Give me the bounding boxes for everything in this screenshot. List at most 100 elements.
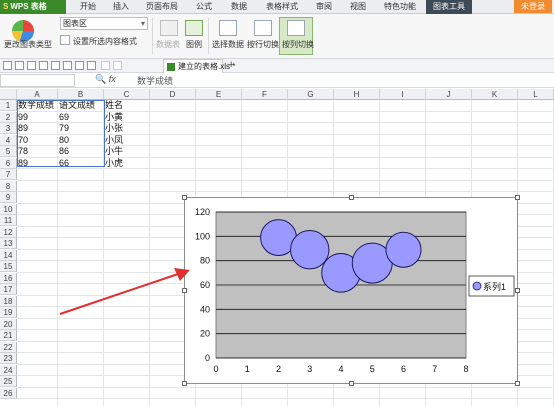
- select-data-button[interactable]: 选择数据: [212, 39, 244, 50]
- menu-tab-1[interactable]: 插入: [104, 0, 138, 14]
- menu-tab-0[interactable]: 开始: [72, 0, 104, 14]
- cell-C4[interactable]: 小凤: [105, 135, 123, 146]
- print-preview-icon[interactable]: [39, 61, 48, 70]
- name-box[interactable]: [0, 74, 75, 87]
- column-header-G[interactable]: G: [288, 89, 334, 100]
- row-header-7[interactable]: 7: [0, 169, 17, 180]
- menu-tab-7[interactable]: 视图: [342, 0, 374, 14]
- row-header-17[interactable]: 17: [0, 284, 17, 295]
- column-header-K[interactable]: K: [472, 89, 518, 100]
- resize-handle[interactable]: [182, 381, 187, 386]
- menu-tab-9[interactable]: 图表工具: [426, 0, 472, 14]
- change-chart-type-button[interactable]: 更改图表类型: [4, 39, 52, 50]
- row-header-8[interactable]: 8: [0, 180, 17, 192]
- row-gridline: [17, 179, 554, 181]
- cell-C5[interactable]: 小牛: [105, 146, 123, 157]
- row-header-13[interactable]: 13: [0, 238, 17, 249]
- column-header-I[interactable]: I: [380, 89, 426, 100]
- paste-icon[interactable]: [75, 61, 84, 70]
- select-all-corner[interactable]: [0, 89, 17, 100]
- menu-tab-3[interactable]: 公式: [188, 0, 220, 14]
- x-tick-label: 7: [432, 364, 437, 374]
- resize-handle[interactable]: [515, 195, 520, 200]
- column-header-A[interactable]: A: [17, 89, 58, 100]
- column-header-C[interactable]: C: [104, 89, 150, 100]
- resize-handle[interactable]: [182, 288, 187, 293]
- data-table-button[interactable]: 数据表: [156, 39, 180, 50]
- legend-button[interactable]: 图例: [186, 39, 202, 50]
- row-header-15[interactable]: 15: [0, 261, 17, 272]
- menu-tab-2[interactable]: 页面布局: [138, 0, 186, 14]
- row-header-16[interactable]: 16: [0, 272, 17, 284]
- row-header-3[interactable]: 3: [0, 123, 17, 134]
- resize-handle[interactable]: [515, 381, 520, 386]
- row-header-12[interactable]: 12: [0, 226, 17, 238]
- format-painter-icon[interactable]: [87, 61, 96, 70]
- y-tick-label: 60: [200, 280, 210, 290]
- fx-icon[interactable]: fx: [109, 74, 116, 84]
- column-header-H[interactable]: H: [334, 89, 380, 100]
- row-header-26[interactable]: 26: [0, 387, 17, 399]
- row-header-23[interactable]: 23: [0, 353, 17, 364]
- menu-tab-4[interactable]: 数据: [222, 0, 256, 14]
- cell-C3[interactable]: 小张: [105, 123, 123, 134]
- print-icon[interactable]: [27, 61, 36, 70]
- formula-content[interactable]: 数学成绩: [137, 74, 173, 87]
- column-header-J[interactable]: J: [426, 89, 472, 100]
- set-selection-format-button[interactable]: 设置所选内容格式: [73, 36, 137, 47]
- open-icon[interactable]: [3, 61, 12, 70]
- resize-handle[interactable]: [349, 195, 354, 200]
- resize-handle[interactable]: [515, 288, 520, 293]
- cell-C6[interactable]: 小虎: [105, 158, 123, 169]
- row-header-10[interactable]: 10: [0, 203, 17, 215]
- column-header-D[interactable]: D: [150, 89, 196, 100]
- wps-app-button[interactable]: S WPS 表格: [0, 0, 66, 14]
- row-header-20[interactable]: 20: [0, 318, 17, 330]
- menu-tab-6[interactable]: 审阅: [308, 0, 340, 14]
- row-header-18[interactable]: 18: [0, 295, 17, 307]
- export-pdf-icon[interactable]: [51, 61, 60, 70]
- chart-tools-ribbon: 更改图表类型 图表区 ▾ 设置所选内容格式 数据表 图例 选择数据 按行切换 按列…: [0, 14, 554, 59]
- cell-C1[interactable]: 姓名: [105, 100, 123, 111]
- switch-col-button[interactable]: 按列切换: [282, 39, 314, 50]
- redo-icon[interactable]: [113, 61, 122, 70]
- row-header-5[interactable]: 5: [0, 146, 17, 157]
- new-tab-button[interactable]: +: [228, 59, 234, 72]
- y-tick-label: 20: [200, 329, 210, 339]
- menu-tab-5[interactable]: 表格样式: [258, 0, 306, 14]
- select-data-icon: [219, 20, 237, 36]
- column-header-L[interactable]: L: [518, 89, 554, 100]
- row-header-6[interactable]: 6: [0, 157, 17, 169]
- row-header-21[interactable]: 21: [0, 330, 17, 341]
- zoom-icon[interactable]: 🔍: [95, 74, 106, 84]
- row-header-14[interactable]: 14: [0, 249, 17, 261]
- chart-object[interactable]: 0 20 40 60 80 100 120 0 1 2 3 4 5 6 7 8 系列1: [184, 197, 518, 384]
- chart-element-select[interactable]: 图表区 ▾: [60, 17, 148, 30]
- file-tab[interactable]: 建立的表格.xls *: [163, 59, 235, 73]
- copy-icon[interactable]: [63, 61, 72, 70]
- resize-handle[interactable]: [182, 195, 187, 200]
- row-header-24[interactable]: 24: [0, 364, 17, 376]
- x-tick-label: 8: [463, 364, 468, 374]
- row-header-1[interactable]: 1: [0, 100, 17, 111]
- switch-col-icon: [287, 20, 305, 36]
- cell-C2[interactable]: 小黄: [105, 112, 123, 123]
- login-button[interactable]: 未登录: [514, 0, 552, 13]
- column-header-E[interactable]: E: [196, 89, 242, 100]
- row-header-11[interactable]: 11: [0, 215, 17, 226]
- save-icon[interactable]: [15, 61, 24, 70]
- row-header-4[interactable]: 4: [0, 134, 17, 146]
- resize-handle[interactable]: [349, 381, 354, 386]
- column-header-B[interactable]: B: [58, 89, 104, 100]
- row-header-22[interactable]: 22: [0, 341, 17, 353]
- row-header-2[interactable]: 2: [0, 111, 17, 123]
- switch-row-button[interactable]: 按行切换: [247, 39, 279, 50]
- x-tick-label: 1: [245, 364, 250, 374]
- column-header-F[interactable]: F: [242, 89, 288, 100]
- bubble-chart: 0 20 40 60 80 100 120 0 1 2 3 4 5 6 7 8 系列1: [195, 207, 515, 374]
- row-header-19[interactable]: 19: [0, 307, 17, 318]
- row-header-9[interactable]: 9: [0, 192, 17, 203]
- menu-tab-8[interactable]: 特色功能: [376, 0, 424, 14]
- undo-icon[interactable]: [101, 61, 110, 70]
- row-header-25[interactable]: 25: [0, 376, 17, 387]
